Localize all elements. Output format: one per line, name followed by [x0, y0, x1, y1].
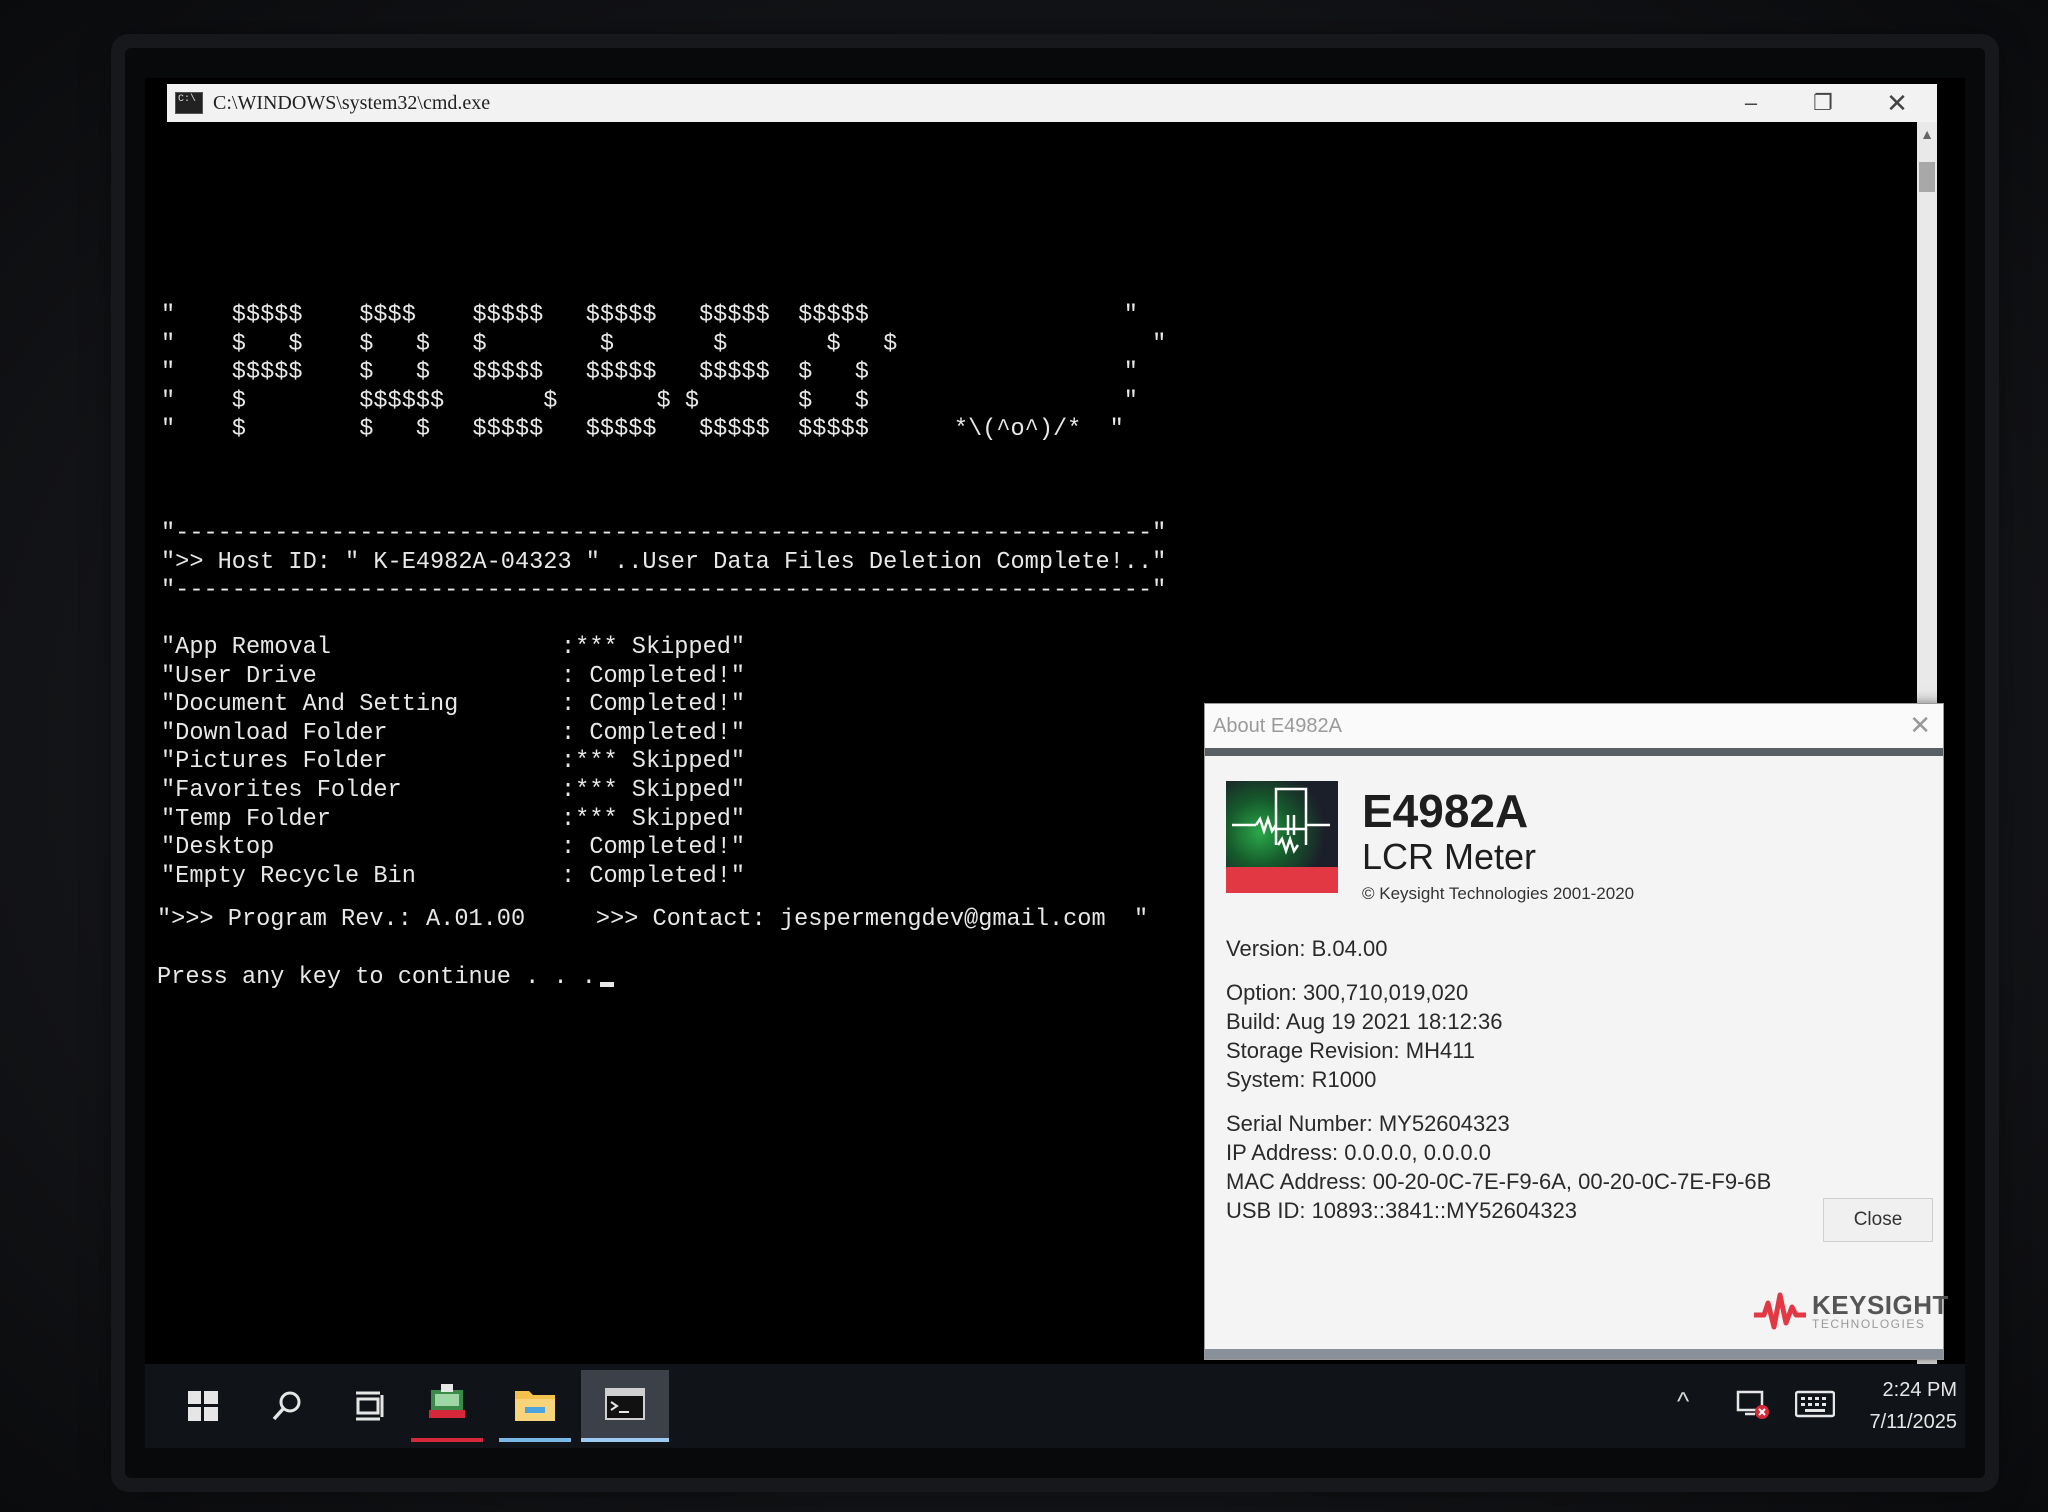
file-explorer-icon[interactable] — [499, 1370, 571, 1442]
status-name: "Empty Recycle Bin — [161, 862, 416, 890]
close-icon[interactable]: ✕ — [1909, 710, 1931, 741]
cmd-window-icon — [175, 92, 203, 114]
serial-number-info: Serial Number: MY52604323 — [1226, 1111, 1510, 1136]
windows-start-icon[interactable] — [167, 1370, 239, 1442]
status-row: "User Drive : Completed!" — [161, 663, 745, 692]
lcr-meter-logo-icon — [1226, 781, 1338, 893]
status-result: : Completed!" — [561, 691, 746, 719]
network-disconnected-icon[interactable] — [1735, 1386, 1771, 1422]
scroll-up-icon[interactable]: ▲ — [1917, 126, 1937, 142]
status-row: "Download Folder : Completed!" — [161, 720, 745, 749]
cmd-icon[interactable] — [581, 1370, 669, 1442]
continue-prompt: Press any key to continue . . . — [157, 964, 596, 991]
build-info: Build: Aug 19 2021 18:12:36 — [1226, 1009, 1503, 1034]
cmd-window-title: C:\WINDOWS\system32\cmd.exe — [213, 91, 491, 114]
status-result: :*** Skipped" — [561, 805, 746, 833]
keysight-wordmark: KEYSIGHT TECHNOLOGIES — [1812, 1292, 1949, 1330]
about-dialog: About E4982A ✕ E4982A LCR Meter © Keysig… — [1204, 703, 1948, 1360]
text-cursor — [599, 982, 614, 987]
status-result: :*** Skipped" — [561, 748, 746, 776]
product-description: LCR Meter — [1362, 836, 1537, 877]
ip-address-info: IP Address: 0.0.0.0, 0.0.0.0 — [1226, 1140, 1491, 1165]
minimize-button[interactable]: – — [1715, 84, 1787, 122]
mac-address-info: MAC Address: 00-20-0C-7E-F9-6A, 00-20-0C… — [1226, 1169, 1772, 1194]
status-name: "User Drive — [161, 662, 317, 690]
keysight-logo: KEYSIGHT TECHNOLOGIES — [1752, 1289, 1949, 1333]
close-button[interactable]: Close — [1823, 1198, 1933, 1242]
show-hidden-icons-chevron-icon[interactable]: ^ — [1677, 1386, 1689, 1417]
option-info: Option: 300,710,019,020 — [1226, 980, 1469, 1005]
e4982a-app-icon[interactable] — [411, 1370, 483, 1442]
status-row: "App Removal :*** Skipped" — [161, 634, 745, 663]
status-row: "Pictures Folder :*** Skipped" — [161, 748, 745, 777]
status-name: "App Removal — [161, 634, 331, 661]
copyright-text: © Keysight Technologies 2001-2020 — [1362, 884, 1635, 903]
clock-time: 2:24 PM — [1882, 1379, 1957, 1401]
about-dialog-titlebar[interactable]: About E4982A ✕ — [1205, 704, 1943, 756]
system-clock[interactable]: 2:24 PM 7/11/2025 — [1845, 1374, 1958, 1438]
dialog-footer-bar — [1205, 1349, 1943, 1359]
restore-button[interactable]: ❐ — [1787, 84, 1859, 122]
status-result: :*** Skipped" — [561, 634, 746, 661]
cmd-titlebar[interactable]: C:\WINDOWS\system32\cmd.exe – ❐ ✕ — [167, 84, 1937, 122]
status-row: "Document And Setting : Completed!" — [161, 691, 745, 720]
touch-keyboard-icon[interactable] — [1795, 1390, 1835, 1418]
status-result: : Completed!" — [561, 662, 746, 690]
keysight-wave-icon — [1754, 1292, 1806, 1330]
status-name: "Favorites Folder — [161, 776, 402, 804]
status-row: "Desktop : Completed!" — [161, 834, 745, 863]
screen: C:\WINDOWS\system32\cmd.exe – ❐ ✕ " $$$$… — [145, 78, 1965, 1448]
version-info: Version: B.04.00 — [1226, 936, 1388, 961]
status-name: "Pictures Folder — [161, 748, 388, 776]
ascii-art-banner: " $$$$$ $$$$ $$$$$ $$$$$ $$$$$ $$$$$ " "… — [161, 302, 1167, 443]
search-icon[interactable] — [251, 1370, 323, 1442]
system-info: System: R1000 — [1226, 1067, 1377, 1092]
status-row: "Temp Folder :*** Skipped" — [161, 806, 745, 835]
product-name: E4982A — [1362, 785, 1529, 837]
close-button[interactable]: ✕ — [1861, 84, 1933, 122]
status-result: : Completed!" — [561, 834, 746, 862]
clock-date: 7/11/2025 — [1869, 1411, 1958, 1433]
status-result: :*** Skipped" — [561, 776, 746, 804]
taskbar: ^ 2:24 PM 7/11/2025 — [145, 1364, 1965, 1448]
storage-revision-info: Storage Revision: MH411 — [1226, 1038, 1476, 1063]
status-name: "Download Folder — [161, 719, 388, 747]
status-result: : Completed!" — [561, 862, 746, 890]
status-name: "Temp Folder — [161, 805, 331, 833]
brand-name: KEYSIGHT — [1812, 1290, 1949, 1320]
status-row: "Empty Recycle Bin : Completed!" — [161, 863, 745, 892]
scroll-thumb[interactable] — [1919, 162, 1935, 192]
status-name: "Desktop — [161, 834, 275, 862]
host-id-banner: "---------------------------------------… — [161, 520, 1167, 604]
status-result: : Completed!" — [561, 719, 746, 747]
program-rev-line: ">>> Program Rev.: A.01.00 >>> Contact: … — [157, 906, 1149, 933]
usb-id-info: USB ID: 10893::3841::MY52604323 — [1226, 1198, 1578, 1223]
about-dialog-title: About E4982A — [1213, 714, 1342, 737]
status-name: "Document And Setting — [161, 691, 459, 719]
prompt-line: Press any key to continue . . . — [157, 964, 614, 993]
status-list: "App Removal :*** Skipped" "User Drive : C… — [161, 634, 745, 891]
status-row: "Favorites Folder :*** Skipped" — [161, 777, 745, 806]
task-view-icon[interactable] — [335, 1370, 407, 1442]
